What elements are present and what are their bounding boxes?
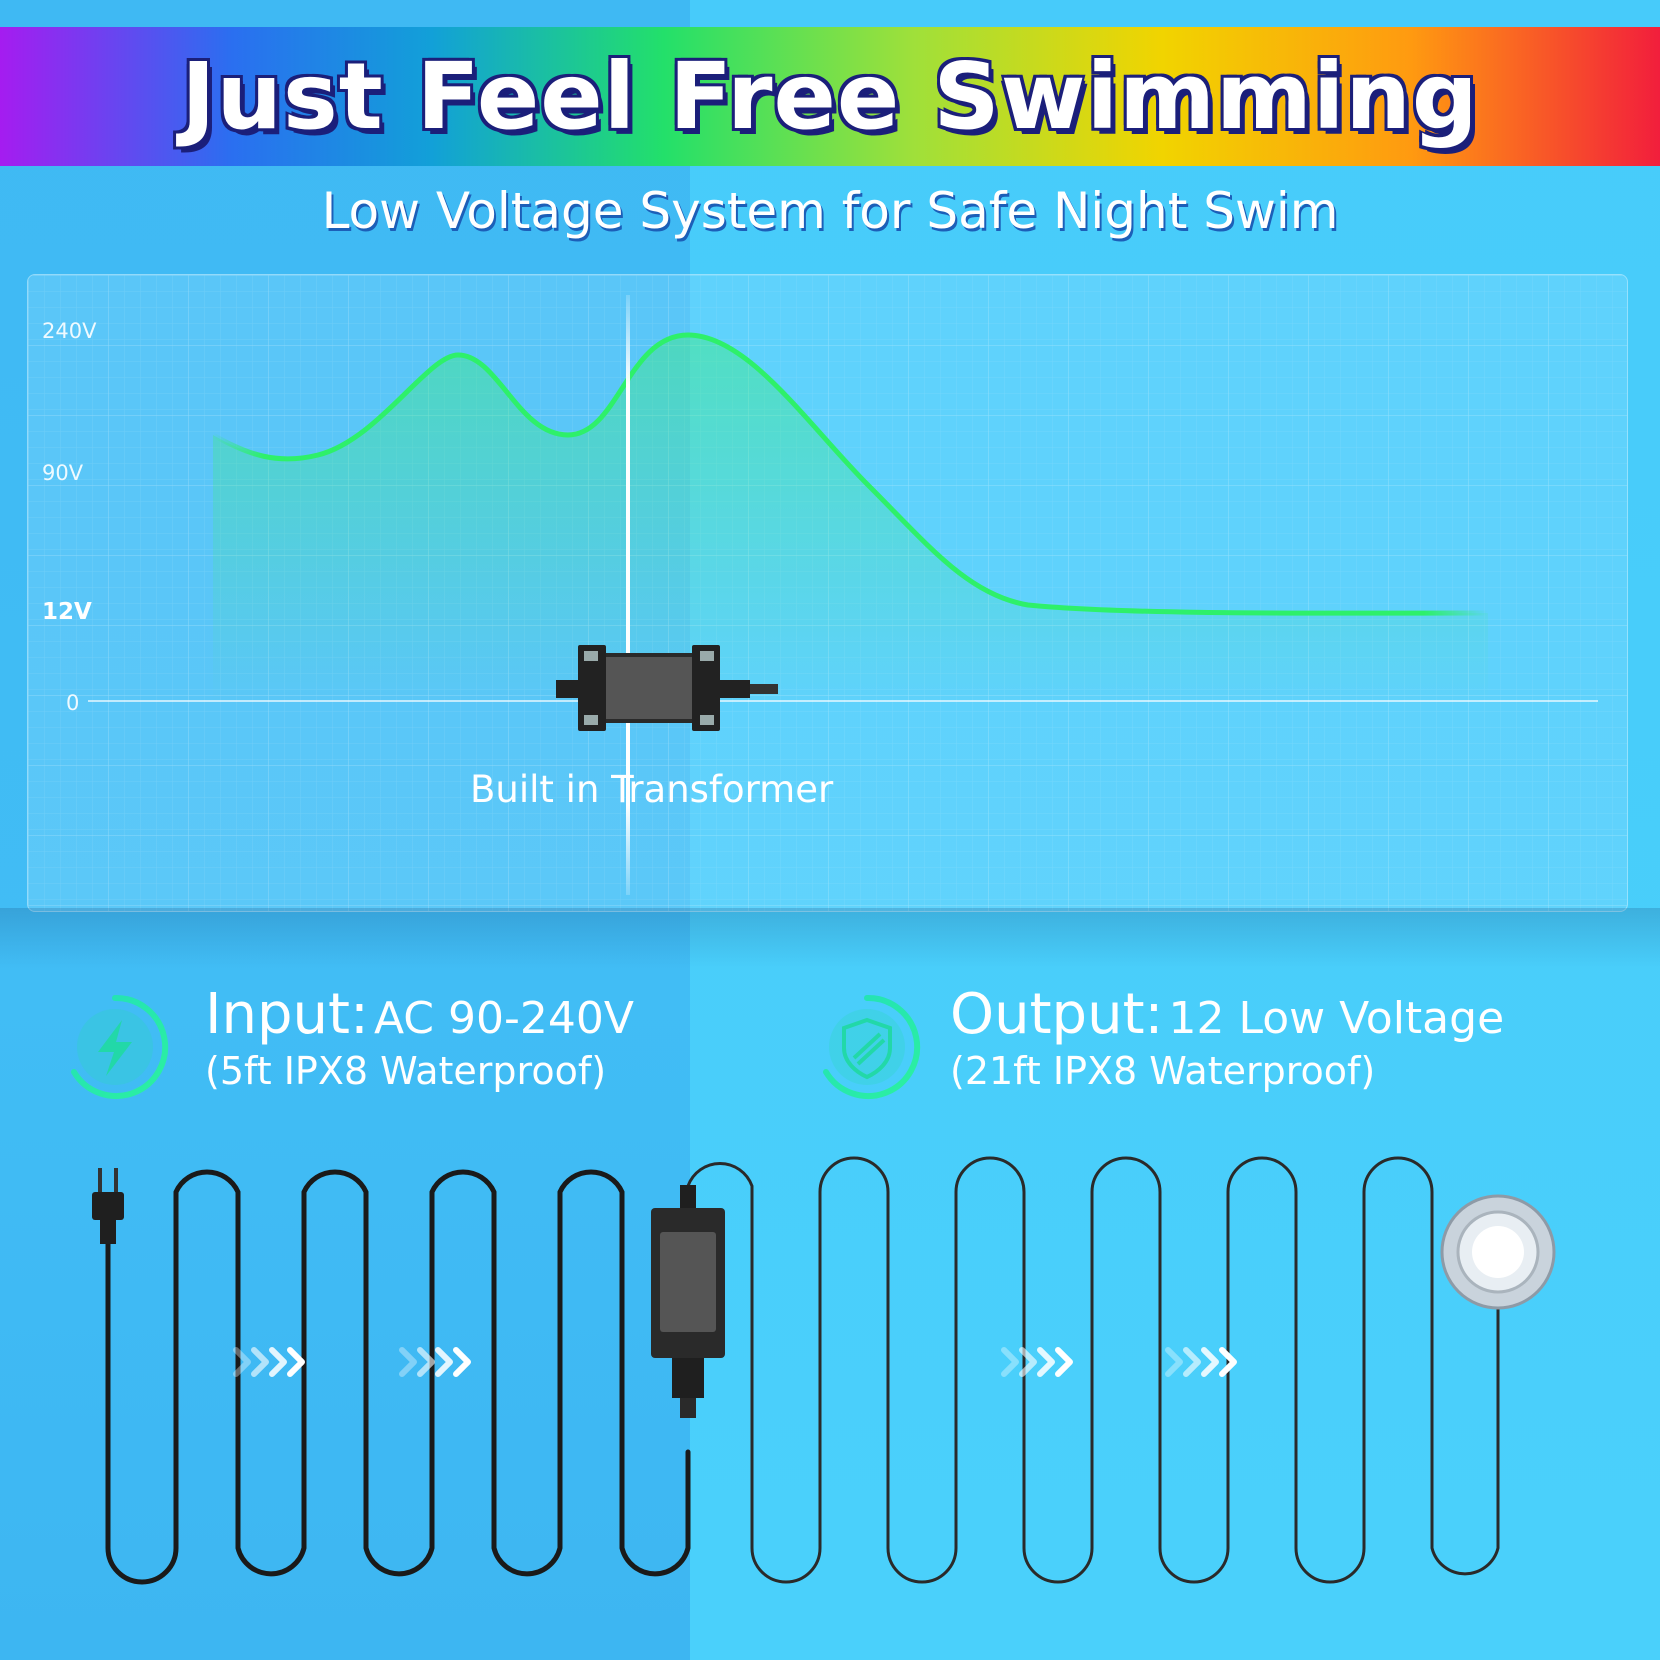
- direction-arrows: [233, 1347, 1237, 1377]
- cable-illustration: [92, 1156, 1556, 1585]
- plug-icon: [92, 1168, 124, 1244]
- transformer-unit-icon: [651, 1185, 725, 1418]
- light-cable: [686, 1156, 1500, 1584]
- pool-light-icon: [1440, 1194, 1556, 1310]
- power-cable: [105, 1169, 691, 1585]
